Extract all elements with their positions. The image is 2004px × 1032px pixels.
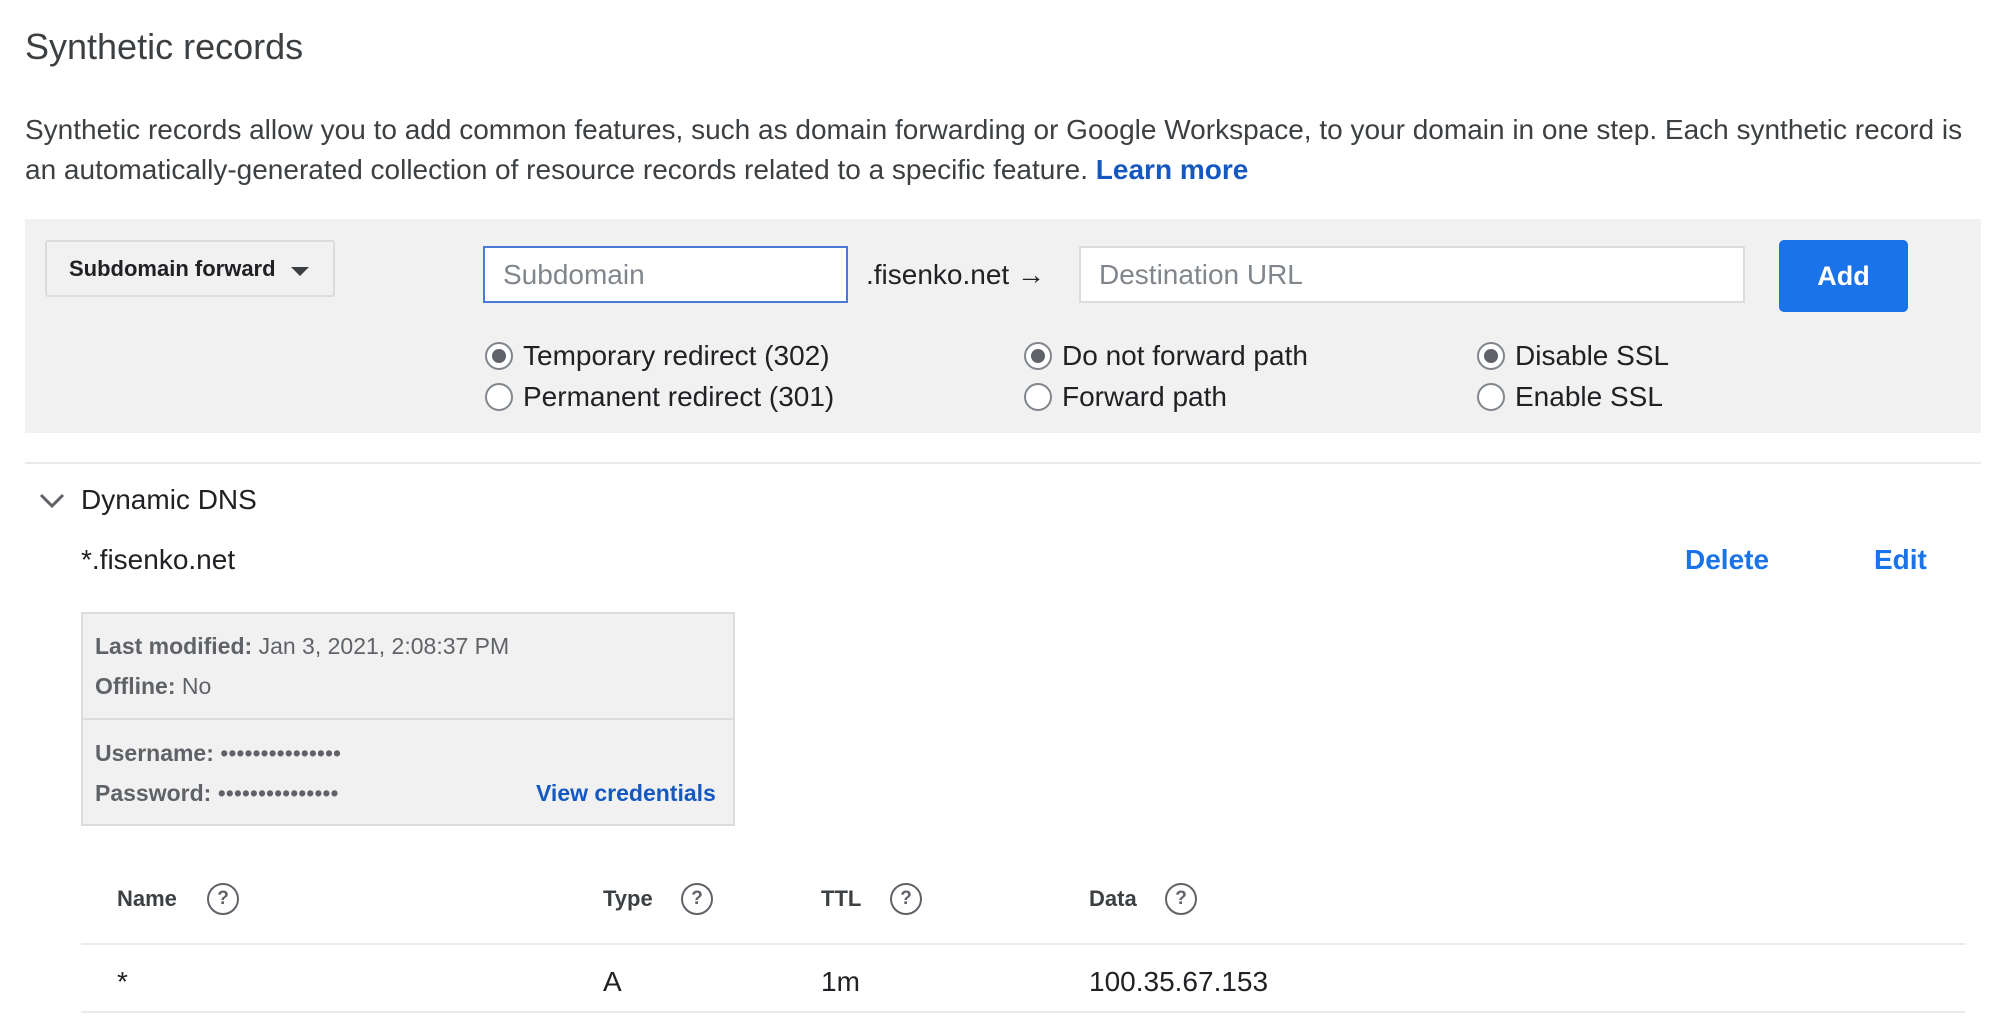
section-divider [25,462,1981,464]
password-label: Password: [95,780,212,806]
username-line: Username: ••••••••••••••• [95,740,341,767]
radio-label: Disable SSL [1515,340,1670,371]
view-credentials-link[interactable]: View credentials [536,780,716,807]
username-label: Username: [95,740,214,766]
record-type-value: Subdomain forward [69,255,276,281]
radio-forward-path[interactable]: Forward path [1024,381,1227,413]
password-value: ••••••••••••••• [217,780,339,806]
chevron-down-icon[interactable] [38,486,66,514]
radio-permanent-redirect[interactable]: Permanent redirect (301) [485,381,834,413]
help-icon[interactable]: ? [207,883,239,915]
radio-unchecked-icon [1477,383,1505,411]
domain-suffix: .fisenko.net → [866,259,1045,291]
arrow-right-icon: → [1016,259,1045,290]
last-modified-value: Jan 3, 2021, 2:08:37 PM [258,633,510,659]
intro-text: Synthetic records allow you to add commo… [25,114,1963,185]
column-header-data: Data [1089,886,1137,911]
offline-value: No [181,673,212,699]
radio-checked-icon [1477,342,1505,370]
username-value: ••••••••••••••• [220,740,342,766]
radio-do-not-forward-path[interactable]: Do not forward path [1024,340,1308,372]
radio-label: Do not forward path [1062,340,1308,371]
domain-suffix-text: .fisenko.net [866,259,1010,290]
radio-unchecked-icon [485,383,513,411]
offline-line: Offline: No [95,673,211,700]
table-cell-type: A [603,966,622,997]
delete-button[interactable]: Delete [1685,544,1769,576]
record-type-dropdown[interactable]: Subdomain forward [45,240,335,297]
destination-url-input[interactable] [1079,246,1745,303]
radio-checked-icon [485,342,513,370]
radio-checked-icon [1024,342,1052,370]
column-header-type: Type [603,886,653,911]
radio-label: Temporary redirect (302) [523,340,830,371]
offline-label: Offline: [95,673,176,699]
radio-enable-ssl[interactable]: Enable SSL [1477,381,1663,413]
table-cell-name: * [117,966,128,997]
radio-disable-ssl[interactable]: Disable SSL [1477,340,1669,372]
learn-more-link[interactable]: Learn more [1096,154,1249,185]
info-divider [81,718,735,720]
caret-down-icon [291,267,309,276]
last-modified-label: Last modified: [95,633,253,659]
column-header-name: Name [117,886,177,911]
radio-label: Enable SSL [1515,381,1663,412]
radio-label: Permanent redirect (301) [523,381,835,412]
last-modified-line: Last modified: Jan 3, 2021, 2:08:37 PM [95,633,509,660]
radio-temporary-redirect[interactable]: Temporary redirect (302) [485,340,830,372]
help-icon[interactable]: ? [681,883,713,915]
radio-label: Forward path [1062,381,1227,412]
page-title: Synthetic records [25,26,304,67]
subdomain-input[interactable] [483,246,848,303]
edit-button[interactable]: Edit [1874,544,1927,576]
password-line: Password: ••••••••••••••• [95,780,339,807]
radio-unchecked-icon [1024,383,1052,411]
table-row-divider [81,1011,1965,1013]
table-cell-data: 100.35.67.153 [1089,966,1269,997]
record-type-heading: Dynamic DNS [81,484,257,515]
intro-paragraph: Synthetic records allow you to add commo… [25,110,1985,190]
record-host: *.fisenko.net [81,544,236,575]
table-cell-ttl: 1m [821,966,860,997]
help-icon[interactable]: ? [1165,883,1197,915]
table-header-divider [81,943,1965,945]
help-icon[interactable]: ? [890,883,922,915]
column-header-ttl: TTL [821,886,862,911]
add-button[interactable]: Add [1779,240,1908,312]
